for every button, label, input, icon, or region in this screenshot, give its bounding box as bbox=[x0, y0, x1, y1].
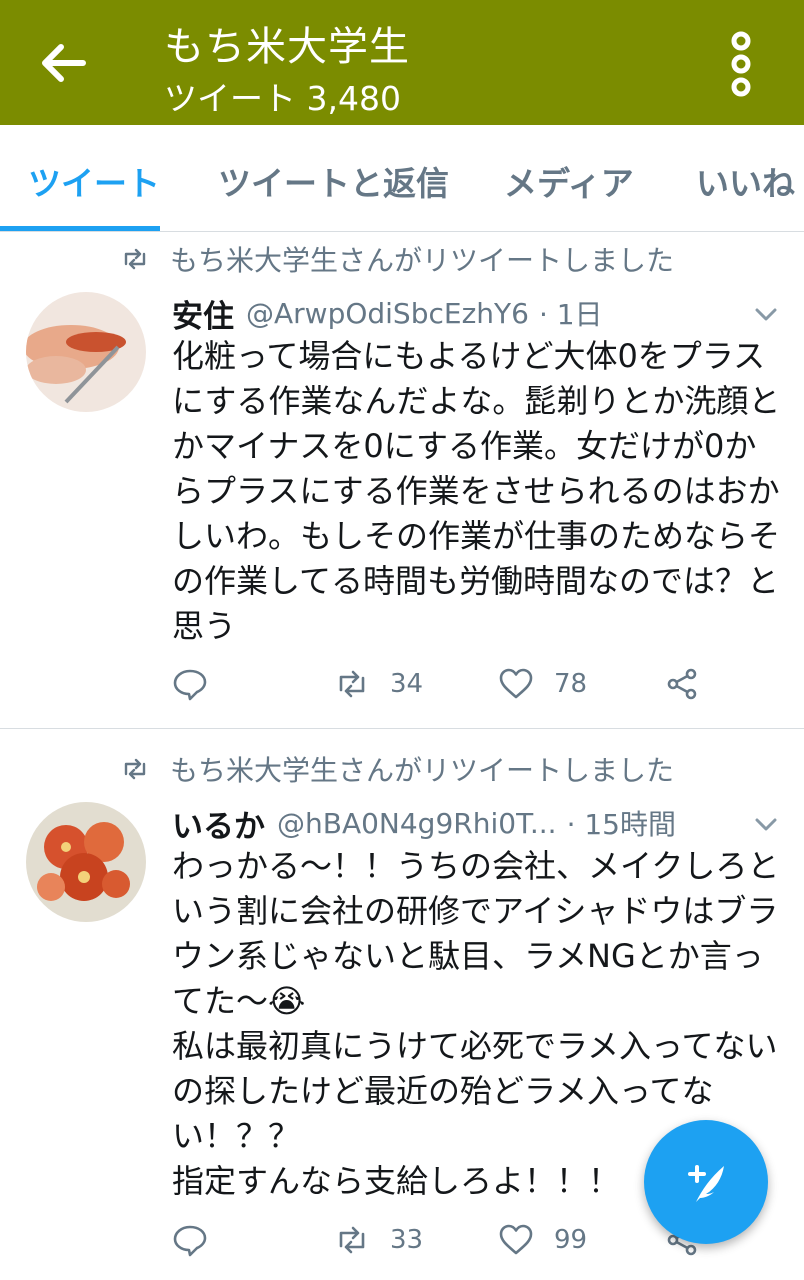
author-handle[interactable]: @hBA0N4g9Rhi0T... bbox=[277, 807, 557, 840]
compose-tweet-icon bbox=[688, 1165, 724, 1202]
active-tab-indicator bbox=[0, 226, 160, 231]
retweet-count: 34 bbox=[390, 669, 424, 699]
more-options-button[interactable] bbox=[716, 28, 766, 100]
back-arrow-icon bbox=[42, 44, 86, 82]
retweet-small-icon bbox=[124, 758, 146, 780]
reply-button[interactable] bbox=[172, 664, 228, 704]
retweet-button[interactable]: 34 bbox=[334, 664, 423, 704]
share-button[interactable] bbox=[664, 664, 700, 704]
avatar-image bbox=[26, 292, 146, 412]
back-button[interactable] bbox=[30, 30, 96, 96]
retweet-context: もち米大学生さんがリツイートしました bbox=[120, 236, 674, 282]
tweet-count: ツイート 3,480 bbox=[164, 79, 401, 118]
retweet-label: もち米大学生さんがリツイートしました bbox=[170, 244, 675, 277]
app-bar: もち米大学生 ツイート 3,480 bbox=[0, 0, 804, 125]
profile-tabs: ツイート ツイートと返信 メディア いいね bbox=[0, 125, 804, 232]
retweet-count: 33 bbox=[390, 1225, 424, 1255]
tab-tweets-and-replies[interactable]: ツイートと返信 bbox=[218, 157, 449, 205]
tweet-actions: 34 78 bbox=[172, 664, 732, 704]
retweet-small-icon bbox=[124, 248, 146, 270]
heart-icon bbox=[499, 668, 533, 699]
tweet-divider bbox=[0, 728, 804, 729]
avatar[interactable] bbox=[26, 802, 146, 922]
share-icon bbox=[667, 668, 697, 700]
heart-icon bbox=[499, 1224, 533, 1255]
tweet-actions: 33 99 bbox=[172, 1220, 732, 1260]
reply-button[interactable] bbox=[172, 1220, 228, 1260]
avatar-image bbox=[26, 802, 146, 922]
author-handle[interactable]: @ArwpOdiSbcEzhY6 bbox=[246, 297, 529, 330]
like-button[interactable]: 78 bbox=[498, 664, 587, 704]
tab-tweets[interactable]: ツイート bbox=[28, 157, 160, 205]
more-vertical-icon bbox=[731, 31, 751, 97]
compose-tweet-button[interactable] bbox=[644, 1120, 768, 1244]
retweet-context: もち米大学生さんがリツイートしました bbox=[120, 746, 674, 792]
profile-title: もち米大学生 bbox=[164, 24, 410, 70]
avatar[interactable] bbox=[26, 292, 146, 412]
tab-likes[interactable]: いいね bbox=[696, 157, 795, 205]
chevron-down-icon[interactable] bbox=[752, 810, 780, 838]
retweet-icon bbox=[339, 1226, 365, 1254]
reply-icon bbox=[173, 669, 207, 701]
tweet-time: · 15時間 bbox=[566, 808, 676, 841]
like-count: 78 bbox=[554, 669, 588, 699]
reply-icon bbox=[173, 1225, 207, 1257]
tab-media[interactable]: メディア bbox=[504, 157, 634, 205]
retweet-label: もち米大学生さんがリツイートしました bbox=[170, 754, 675, 787]
tweet-time: · 1日 bbox=[538, 298, 603, 331]
tweet-text: 化粧って場合にもよるけど大体0をプラスにする作業なんだよな。髭剃りとか洗顔とかマ… bbox=[172, 337, 781, 645]
tweet-header: いるか @hBA0N4g9Rhi0T... · 15時間 bbox=[172, 800, 772, 846]
author-name[interactable]: いるか bbox=[172, 801, 265, 846]
like-count: 99 bbox=[554, 1225, 588, 1255]
retweet-button[interactable]: 33 bbox=[334, 1220, 423, 1260]
chevron-down-icon[interactable] bbox=[752, 300, 780, 328]
like-button[interactable]: 99 bbox=[498, 1220, 587, 1260]
retweet-icon bbox=[339, 670, 365, 698]
tweet[interactable]: もち米大学生さんがリツイートしました 安住 @ArwpOdiSbcEzhY6 ·… bbox=[0, 236, 804, 728]
author-name[interactable]: 安住 bbox=[172, 291, 234, 336]
tweet-header: 安住 @ArwpOdiSbcEzhY6 · 1日 bbox=[172, 290, 772, 336]
